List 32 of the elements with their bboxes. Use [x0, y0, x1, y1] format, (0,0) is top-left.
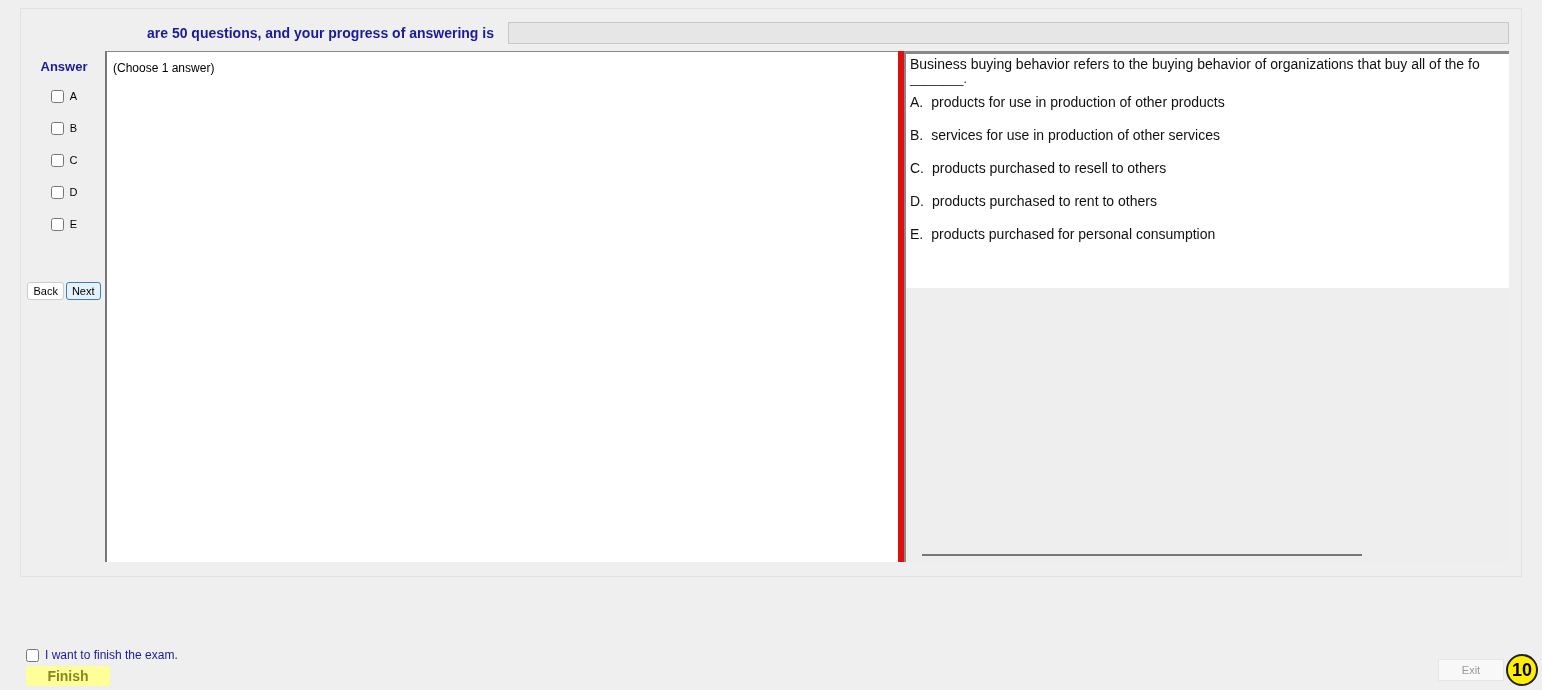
option-label: E	[69, 218, 78, 230]
answer-checkbox[interactable]	[50, 217, 64, 231]
choice-letter: C.	[910, 160, 924, 178]
answer-checkbox[interactable]	[50, 153, 64, 167]
horizontal-scrollbar[interactable]	[922, 554, 1362, 556]
answer-checkbox[interactable]	[50, 185, 64, 199]
answer-checkbox[interactable]	[50, 121, 64, 135]
number-badge: 10	[1506, 654, 1538, 686]
choice-letter: E.	[910, 226, 924, 244]
choice-text: products for use in production of other products	[931, 94, 1225, 112]
choice-letter: D.	[910, 193, 924, 211]
choice-text: products purchased to rent to others	[932, 193, 1157, 211]
finish-button[interactable]: Finish	[26, 666, 110, 686]
option-label: C	[69, 154, 78, 166]
choice-letter: B.	[910, 127, 924, 145]
answer-title: Answer	[40, 59, 88, 74]
choice-letter: A.	[910, 94, 924, 112]
question-text: Business buying behavior refers to the buying behavior of organizations that buy all of the fo	[910, 56, 1481, 72]
nav-button[interactable]: Next	[65, 282, 101, 300]
finish-checkbox[interactable]	[26, 648, 39, 662]
option-label: D	[69, 186, 78, 198]
question-blank: ________.	[910, 72, 968, 86]
answer-checkbox[interactable]	[50, 89, 64, 103]
finish-confirm-label: I want to finish the exam.	[45, 648, 178, 662]
choice-text: products purchased to resell to others	[932, 160, 1167, 178]
choice-text: services for use in production of other services	[931, 127, 1220, 145]
option-label: B	[69, 122, 78, 134]
option-label: A	[69, 90, 78, 102]
progress-label: are 50 questions, and your progress of answering is	[147, 25, 494, 41]
nav-button[interactable]: Back	[27, 282, 64, 300]
answer-hint: (Choose 1 answer)	[113, 61, 215, 75]
choice-text: products purchased for personal consumption	[931, 226, 1216, 244]
